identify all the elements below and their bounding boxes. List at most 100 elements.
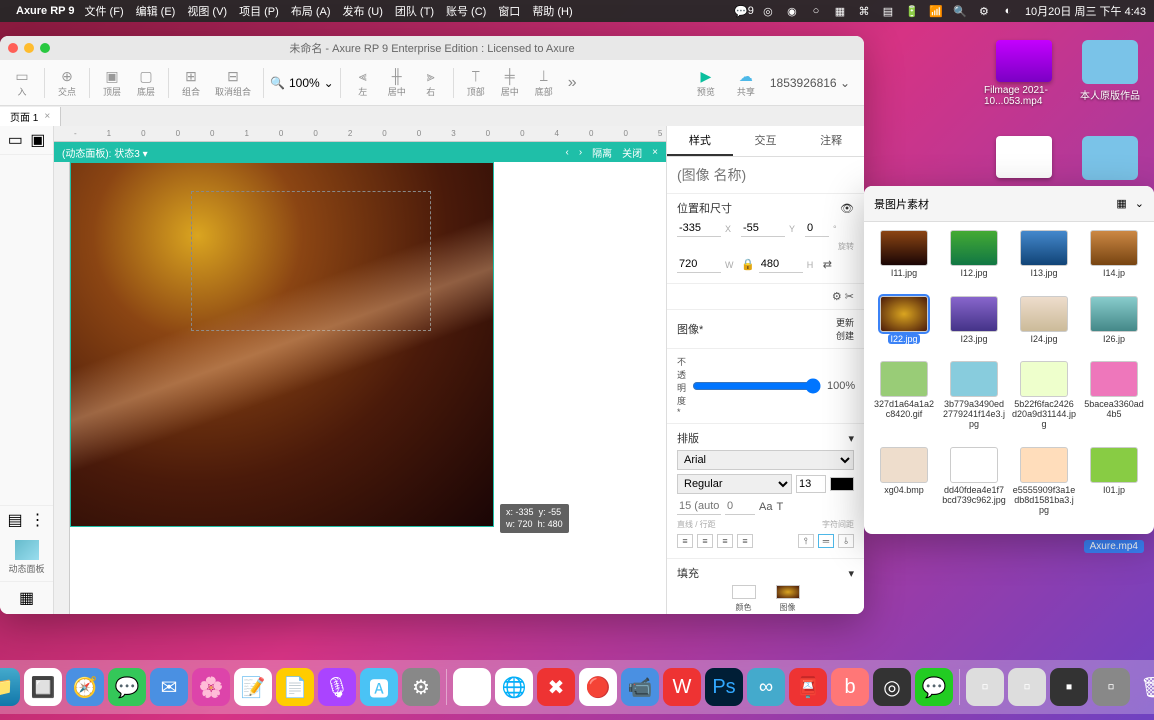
toolbar-overflow-icon[interactable]: » <box>568 74 577 92</box>
desktop-file-filmage[interactable]: Filmage 2021-10...053.mp4 <box>984 40 1064 107</box>
desktop-file-2[interactable] <box>984 136 1064 181</box>
align-center-h-tool[interactable]: ╫居中 <box>381 65 413 100</box>
x-input[interactable] <box>677 220 721 237</box>
menu-account[interactable]: 账号 (C) <box>446 3 486 19</box>
photoshop-dock-icon[interactable]: Ps <box>705 668 743 706</box>
canvas-area[interactable]: -1000100200300400500 (动态面板): 状态3 ▾ ‹ › 隔… <box>54 126 666 614</box>
image-element[interactable] <box>70 162 494 527</box>
close-app-dock-icon[interactable]: ✖ <box>537 668 575 706</box>
menu-window[interactable]: 窗口 <box>498 3 520 19</box>
insert-tool[interactable]: ▭入 <box>6 65 38 100</box>
obs-icon[interactable]: ◎ <box>761 4 775 18</box>
bring-front-tool[interactable]: ▣顶层 <box>96 65 128 100</box>
cc-icon[interactable]: ◉ <box>785 4 799 18</box>
create-image-link[interactable]: 创建 <box>836 329 854 342</box>
finder-item[interactable]: I12.jpg <box>942 230 1006 290</box>
next-state-icon[interactable]: › <box>579 147 582 158</box>
align-right-tool[interactable]: ⫸右 <box>415 65 447 100</box>
spotlight-icon[interactable]: 🔍 <box>953 4 967 18</box>
appstore-dock-icon[interactable]: 🅰 <box>360 668 398 706</box>
recent-1-dock-icon[interactable]: ▫ <box>966 668 1004 706</box>
app1-dock-icon[interactable]: ∞ <box>747 668 785 706</box>
isolate-button[interactable]: 隔离 <box>592 145 612 160</box>
menu-publish[interactable]: 发布 (U) <box>343 3 383 19</box>
align-left-tool[interactable]: ⫷左 <box>347 65 379 100</box>
siri-icon[interactable]: ◐ <box>1001 4 1015 18</box>
opacity-value[interactable]: 100% <box>827 380 855 392</box>
align-middle-tool[interactable]: ╪居中 <box>494 65 526 100</box>
minimize-window-button[interactable] <box>24 43 34 53</box>
safari-dock-icon[interactable]: 🧭 <box>66 668 104 706</box>
desktop-folder-2[interactable] <box>1070 136 1150 183</box>
control-center-icon[interactable]: ⚙ <box>977 4 991 18</box>
y-input[interactable] <box>741 220 785 237</box>
font-weight-select[interactable]: Regular <box>677 474 792 494</box>
style-tab[interactable]: 样式 <box>667 126 733 156</box>
notes-dock-icon[interactable]: 📄 <box>276 668 314 706</box>
reminders-dock-icon[interactable]: 📝 <box>234 668 272 706</box>
finder-item[interactable]: I26.jp <box>1082 296 1146 356</box>
finder-item[interactable]: I24.jpg <box>1012 296 1076 356</box>
visibility-icon[interactable]: 👁 <box>840 202 854 215</box>
line-height-input[interactable] <box>677 498 721 515</box>
text-align-vertical[interactable]: ⫯═⫰ <box>798 534 854 548</box>
view-options-icon[interactable]: ⌄ <box>1135 197 1144 210</box>
finder-item[interactable]: 5b22f6fac2426d20a9d31144.jpg <box>1012 361 1076 441</box>
state-dropdown[interactable]: 状态3 ▾ <box>114 149 147 160</box>
finder-item[interactable]: I23.jpg <box>942 296 1006 356</box>
flip-icon[interactable]: ⇄ <box>823 258 832 271</box>
library-icon[interactable]: ▤ <box>7 510 22 530</box>
menu-arrange[interactable]: 布局 (A) <box>291 3 331 19</box>
bilibili-dock-icon[interactable]: b <box>831 668 869 706</box>
text-align-horizontal[interactable]: ≡≡≡≡ <box>677 534 753 548</box>
notes-tab[interactable]: 注释 <box>798 126 864 156</box>
more-icon[interactable]: ⋮ <box>30 510 46 530</box>
view-grid-icon[interactable]: ▦ <box>1116 197 1126 210</box>
align-top-tool[interactable]: ⟙顶部 <box>460 65 492 100</box>
menu-edit[interactable]: 编辑 (E) <box>136 3 176 19</box>
todo-dock-icon[interactable]: 📮 <box>789 668 827 706</box>
pages-panel-icon[interactable]: ▭ <box>8 130 23 150</box>
recent-2-dock-icon[interactable]: ▫ <box>1008 668 1046 706</box>
recent-4-dock-icon[interactable]: ▫ <box>1092 668 1130 706</box>
rotation-input[interactable] <box>805 220 829 237</box>
font-color-swatch[interactable] <box>830 477 854 491</box>
finder-grid[interactable]: I11.jpgI12.jpgI13.jpgI14.jpI22.jpgI23.jp… <box>864 222 1154 534</box>
maximize-window-button[interactable] <box>40 43 50 53</box>
chevron-down-icon[interactable]: ▾ <box>848 567 854 580</box>
share-button[interactable]: ☁共享 <box>730 65 762 100</box>
chrome-dock-icon[interactable]: 🌐 <box>495 668 533 706</box>
chevron-down-icon[interactable]: ▾ <box>848 432 854 445</box>
text-decoration-icon[interactable]: T <box>776 501 783 513</box>
finder-item[interactable]: I22.jpg <box>872 296 936 356</box>
text-transform-icon[interactable]: Aa <box>759 501 772 513</box>
lock-aspect-icon[interactable]: 🔒 <box>741 258 755 271</box>
preview-button[interactable]: ▶预览 <box>690 65 722 100</box>
zoom-control[interactable]: 🔍 100% ⌄ <box>270 76 334 90</box>
menu-team[interactable]: 团队 (T) <box>395 3 434 19</box>
interactions-tab[interactable]: 交互 <box>733 126 799 156</box>
podcasts-dock-icon[interactable]: 🎙 <box>318 668 356 706</box>
messages-dock-icon[interactable]: 💬 <box>108 668 146 706</box>
finder-dock-icon[interactable]: 📁 <box>0 668 20 706</box>
photos-dock-icon[interactable]: 🌸 <box>192 668 230 706</box>
desktop-folder-originals[interactable]: 本人原版作品 <box>1070 40 1150 102</box>
settings-dock-icon[interactable]: ⚙ <box>402 668 440 706</box>
finder-item[interactable]: I11.jpg <box>872 230 936 290</box>
wechat-status-icon[interactable]: 💬9 <box>737 4 751 18</box>
send-back-tool[interactable]: ▢底层 <box>130 65 162 100</box>
width-input[interactable] <box>677 256 721 273</box>
menu-help[interactable]: 帮助 (H) <box>532 3 572 19</box>
dynamic-panel-widget[interactable]: 动态面板 <box>0 534 53 581</box>
close-panel-icon[interactable]: × <box>652 147 658 158</box>
letter-spacing-input[interactable] <box>725 498 755 515</box>
user-id-dropdown[interactable]: 1853926816 ⌄ <box>770 76 850 90</box>
update-image-link[interactable]: 更新 <box>836 316 854 329</box>
font-family-select[interactable]: Arial <box>677 450 854 470</box>
fill-image-swatch[interactable] <box>776 585 800 599</box>
status-icon-1[interactable]: ○ <box>809 4 823 18</box>
finder-item[interactable]: 5bacea3360ad4b5 <box>1082 361 1146 441</box>
canvas[interactable]: x: -335 y: -55 w: 720 h: 480 <box>70 162 666 614</box>
status-icon-3[interactable]: ⌘ <box>857 4 871 18</box>
finder-item[interactable]: 327d1a64a1a2c8420.gif <box>872 361 936 441</box>
